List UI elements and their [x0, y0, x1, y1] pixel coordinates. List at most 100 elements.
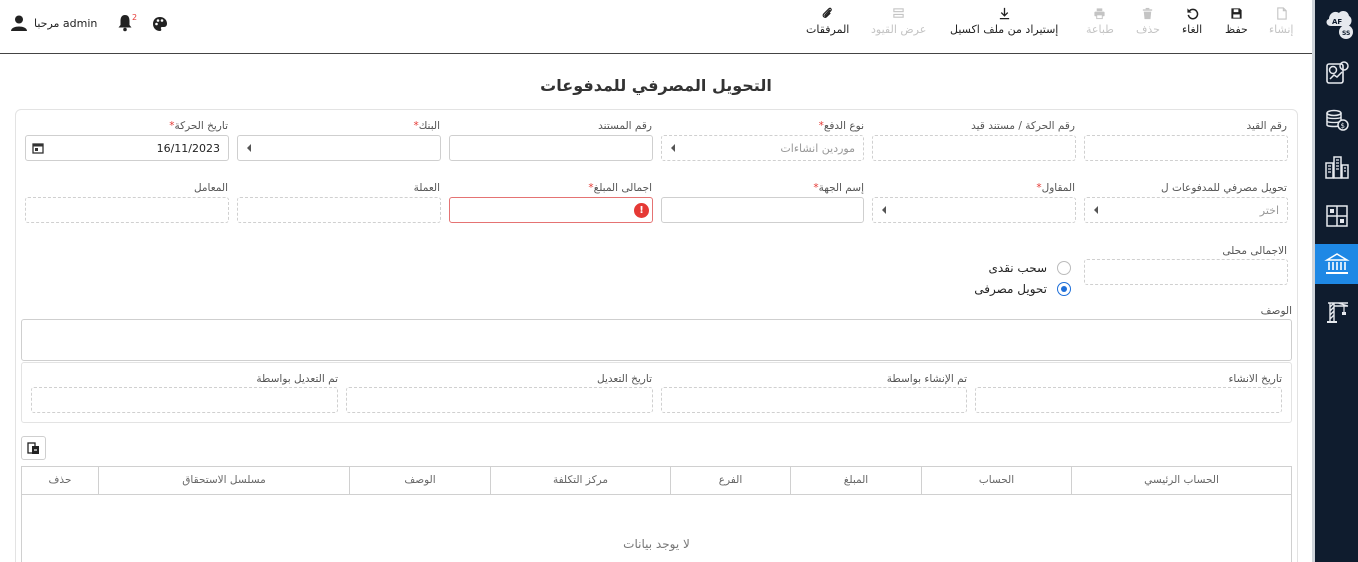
transfer-for-placeholder: اختر	[1259, 204, 1279, 217]
user-menu[interactable]: مرحبا admin	[10, 14, 97, 32]
payment-type-select[interactable]: موردين انشاءات	[661, 135, 864, 161]
delete-button[interactable]: حذف	[1136, 7, 1160, 36]
new-file-icon	[1276, 7, 1287, 20]
floppy-icon	[1231, 8, 1242, 19]
column-header[interactable]: المبلغ	[790, 467, 921, 495]
delete-label: حذف	[1136, 23, 1160, 36]
column-header[interactable]: الحساب	[921, 467, 1071, 495]
local-total-label: الاجمالى محلى	[1222, 245, 1287, 257]
export-icon	[27, 441, 39, 454]
undo-icon	[1187, 8, 1198, 20]
bank-transfer-label: تحويل مصرفى	[974, 282, 1047, 296]
bank-icon	[1323, 253, 1350, 274]
save-label: حفظ	[1225, 23, 1248, 36]
column-header[interactable]: الفرع	[670, 467, 790, 495]
bank-select[interactable]	[237, 135, 441, 161]
caret-icon	[882, 206, 886, 214]
transfer-for-select[interactable]: اختر	[1084, 197, 1288, 223]
local-total-field[interactable]	[1084, 259, 1288, 285]
movement-no-field[interactable]	[872, 135, 1076, 161]
contractor-label: *المقاول	[1036, 182, 1075, 194]
sidebar-item-bank-payments[interactable]	[1315, 244, 1358, 284]
print-button[interactable]: طباعة	[1086, 7, 1114, 36]
column-header[interactable]: مسلسل الاستحقاق	[98, 467, 349, 495]
user-icon	[11, 15, 27, 31]
cancel-label: الغاء	[1182, 23, 1203, 36]
show-entries-label: عرض القيود	[871, 23, 927, 36]
entry-no-label: رقم القيد	[1246, 120, 1287, 132]
money-stack-icon: $	[1325, 109, 1349, 131]
currency-label: العملة	[413, 182, 440, 194]
caret-icon	[247, 144, 251, 152]
svg-text:SS: SS	[1342, 30, 1350, 37]
cancel-button[interactable]: الغاء	[1182, 7, 1202, 36]
column-header[interactable]: مركز التكلفة	[490, 467, 670, 495]
print-label: طباعة	[1086, 23, 1114, 36]
description-label: الوصف	[1260, 305, 1292, 317]
sidebar-item-warehouse[interactable]	[1315, 196, 1358, 236]
sidebar-item-construction[interactable]	[1315, 292, 1358, 332]
warehouse-icon	[1325, 205, 1348, 227]
main-sidebar: AF SS $	[1312, 0, 1358, 562]
bank-transfer-option[interactable]: تحويل مصرفى	[974, 282, 1071, 296]
create-button[interactable]: إنشاء	[1269, 7, 1293, 36]
created-at-label: تاريخ الانشاء	[1228, 373, 1282, 385]
cash-withdrawal-radio[interactable]	[1057, 261, 1071, 275]
cash-withdrawal-label: سحب نقدى	[988, 261, 1048, 275]
palette-icon[interactable]	[152, 16, 168, 32]
lines-grid: الحساب الرئيسي الحساب المبلغ الفرع مركز …	[21, 466, 1292, 562]
save-button[interactable]: حفظ	[1225, 7, 1248, 36]
doc-no-label: رقم المستند	[598, 120, 652, 132]
movement-date-label: *تاريخ الحركة	[169, 120, 228, 132]
contractor-select[interactable]	[872, 197, 1076, 223]
bank-label: *البنك	[413, 120, 440, 132]
error-icon: !	[634, 203, 649, 218]
paperclip-icon	[822, 7, 833, 18]
caret-icon	[671, 144, 675, 152]
sidebar-item-finance[interactable]: $	[1315, 100, 1358, 140]
payment-type-value: موردين انشاءات	[780, 142, 855, 155]
export-grid-button[interactable]	[21, 436, 46, 460]
chart-report-icon	[1325, 61, 1349, 84]
sidebar-item-buildings[interactable]	[1315, 147, 1358, 187]
crane-icon	[1326, 302, 1348, 323]
rate-field[interactable]	[25, 197, 229, 223]
page-title: التحويل المصرفي للمدفوعات	[540, 76, 772, 95]
party-name-field[interactable]	[661, 197, 864, 223]
top-toolbar: مرحبا admin 2 المرفقات عرض القيود إستيرا…	[0, 0, 1312, 54]
party-name-label: *إسم الجهة	[813, 182, 864, 194]
currency-field[interactable]	[237, 197, 441, 223]
cash-withdrawal-option[interactable]: سحب نقدى	[988, 261, 1071, 275]
app-logo: AF SS	[1326, 11, 1353, 39]
column-header[interactable]: حذف	[22, 467, 98, 495]
calendar-icon[interactable]	[32, 142, 44, 154]
doc-no-field[interactable]	[449, 135, 653, 161]
payment-type-label: *نوع الدفع	[818, 120, 864, 132]
entry-no-field[interactable]	[1084, 135, 1288, 161]
attachments-button[interactable]: المرفقات	[806, 7, 849, 36]
grid-header: الحساب الرئيسي الحساب المبلغ الفرع مركز …	[22, 467, 1291, 495]
sidebar-item-reports[interactable]	[1315, 53, 1358, 93]
column-header[interactable]: الوصف	[349, 467, 490, 495]
transfer-for-label: تحويل مصرفي للمدفوعات ل	[1161, 182, 1287, 194]
movement-date-value: 16/11/2023	[156, 142, 220, 155]
app-root: مرحبا admin 2 المرفقات عرض القيود إستيرا…	[0, 0, 1358, 562]
import-excel-button[interactable]: إستيراد من ملف اكسيل	[950, 7, 1058, 36]
modified-by-field	[31, 387, 338, 413]
bell-icon[interactable]	[117, 14, 133, 32]
import-excel-label: إستيراد من ملف اكسيل	[950, 23, 1059, 36]
movement-date-field[interactable]: 16/11/2023	[25, 135, 229, 161]
rate-label: المعامل	[193, 182, 228, 194]
description-textarea[interactable]	[21, 319, 1292, 361]
column-header[interactable]: الحساب الرئيسي	[1071, 467, 1291, 495]
created-by-field	[661, 387, 967, 413]
modified-at-label: تاريخ التعديل	[597, 373, 652, 385]
show-entries-button[interactable]: عرض القيود	[871, 7, 926, 36]
bank-transfer-radio[interactable]	[1057, 282, 1071, 296]
notification-badge: 2	[132, 13, 138, 22]
create-label: إنشاء	[1269, 23, 1294, 36]
total-amount-field[interactable]: !	[449, 197, 653, 223]
svg-text:$: $	[1340, 122, 1344, 130]
created-at-field	[975, 387, 1282, 413]
user-greeting: مرحبا admin	[34, 16, 98, 30]
